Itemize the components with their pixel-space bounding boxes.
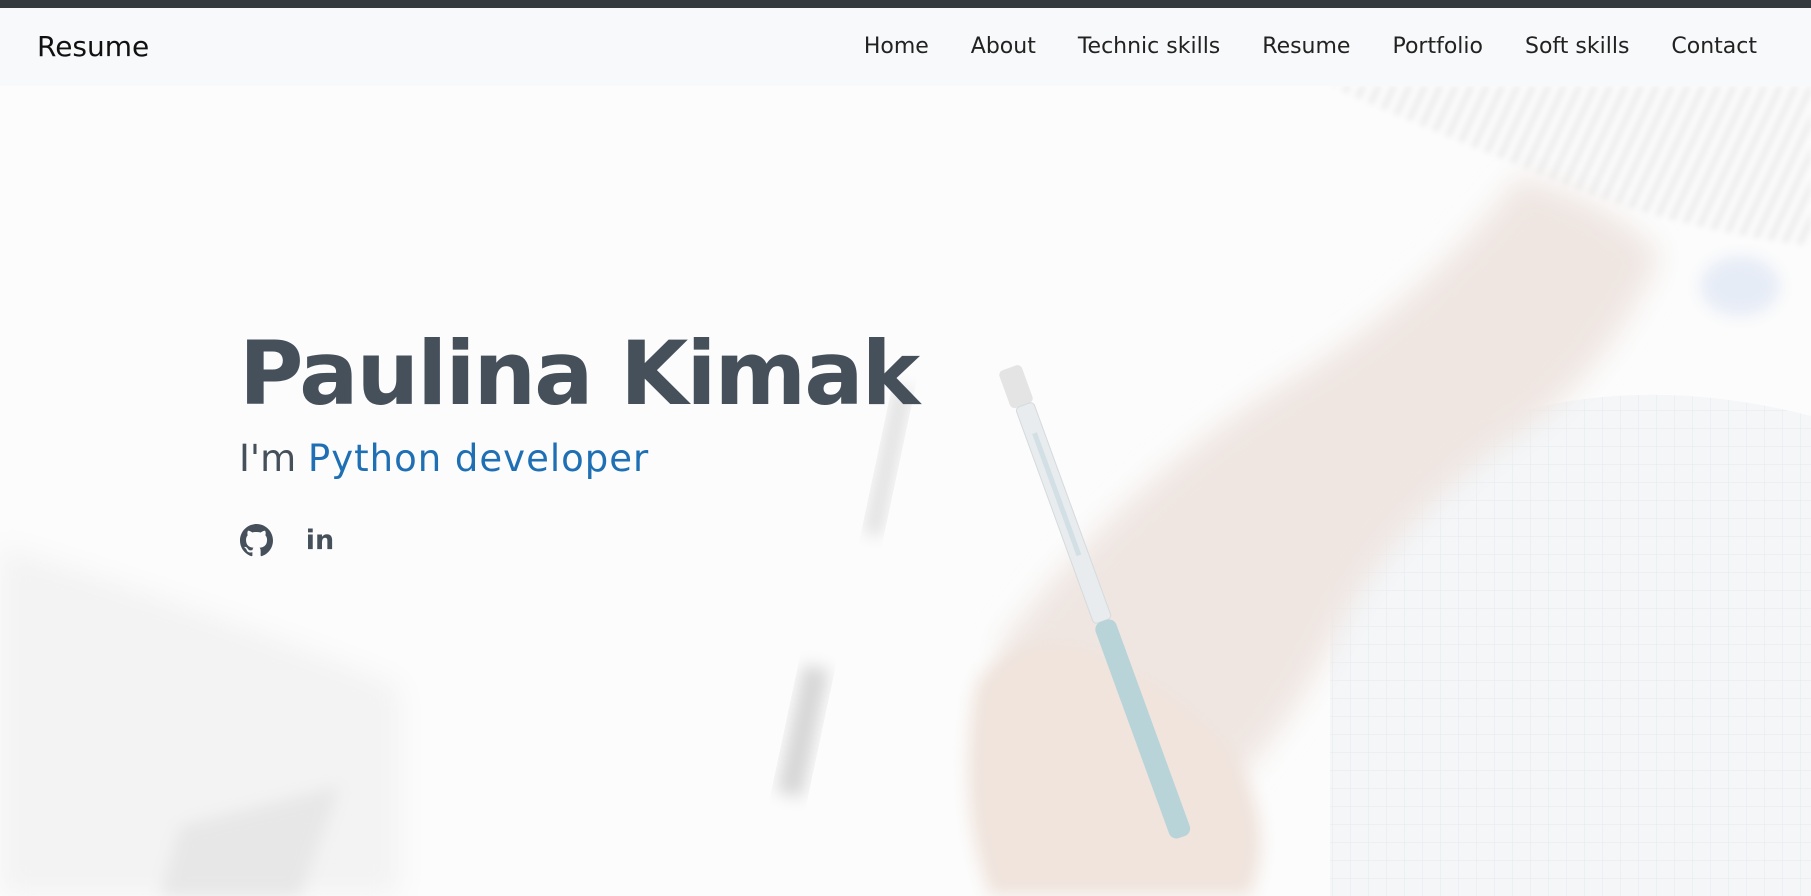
- nav-item-home: Home: [843, 8, 950, 86]
- nav-item-portfolio: Portfolio: [1371, 8, 1504, 86]
- navbar: Resume Home About Technic skills Resume …: [0, 8, 1811, 86]
- hero-name: Paulina Kimak: [239, 322, 920, 425]
- nav-item-technic-skills: Technic skills: [1057, 8, 1241, 86]
- nav-link-about[interactable]: About: [950, 8, 1057, 86]
- hero-content: Paulina Kimak I'm Python developer in: [239, 322, 920, 558]
- nav-link-technic-skills[interactable]: Technic skills: [1057, 8, 1241, 86]
- hero-role: Python developer: [307, 436, 650, 480]
- nav-link-resume[interactable]: Resume: [1241, 8, 1371, 86]
- nav-item-contact: Contact: [1650, 8, 1757, 86]
- linkedin-icon: in: [305, 525, 335, 557]
- nav-link-soft-skills[interactable]: Soft skills: [1504, 8, 1650, 86]
- linkedin-link[interactable]: in: [303, 524, 337, 558]
- nav-link-portfolio[interactable]: Portfolio: [1371, 8, 1504, 86]
- hero-subtitle: I'm Python developer: [239, 437, 918, 480]
- social-links: in: [239, 524, 918, 558]
- nav-menu: Home About Technic skills Resume Portfol…: [843, 8, 1757, 86]
- nav-item-soft-skills: Soft skills: [1504, 8, 1650, 86]
- brand-link[interactable]: Resume: [37, 8, 149, 86]
- hero-section: Paulina Kimak I'm Python developer in: [0, 86, 1811, 896]
- github-link[interactable]: [239, 524, 273, 558]
- nav-item-about: About: [950, 8, 1057, 86]
- top-strip: [0, 0, 1811, 8]
- nav-item-resume: Resume: [1241, 8, 1371, 86]
- hero-intro: I'm: [239, 436, 297, 480]
- nav-link-contact[interactable]: Contact: [1650, 8, 1757, 86]
- github-icon: [239, 524, 273, 557]
- nav-link-home[interactable]: Home: [843, 8, 950, 86]
